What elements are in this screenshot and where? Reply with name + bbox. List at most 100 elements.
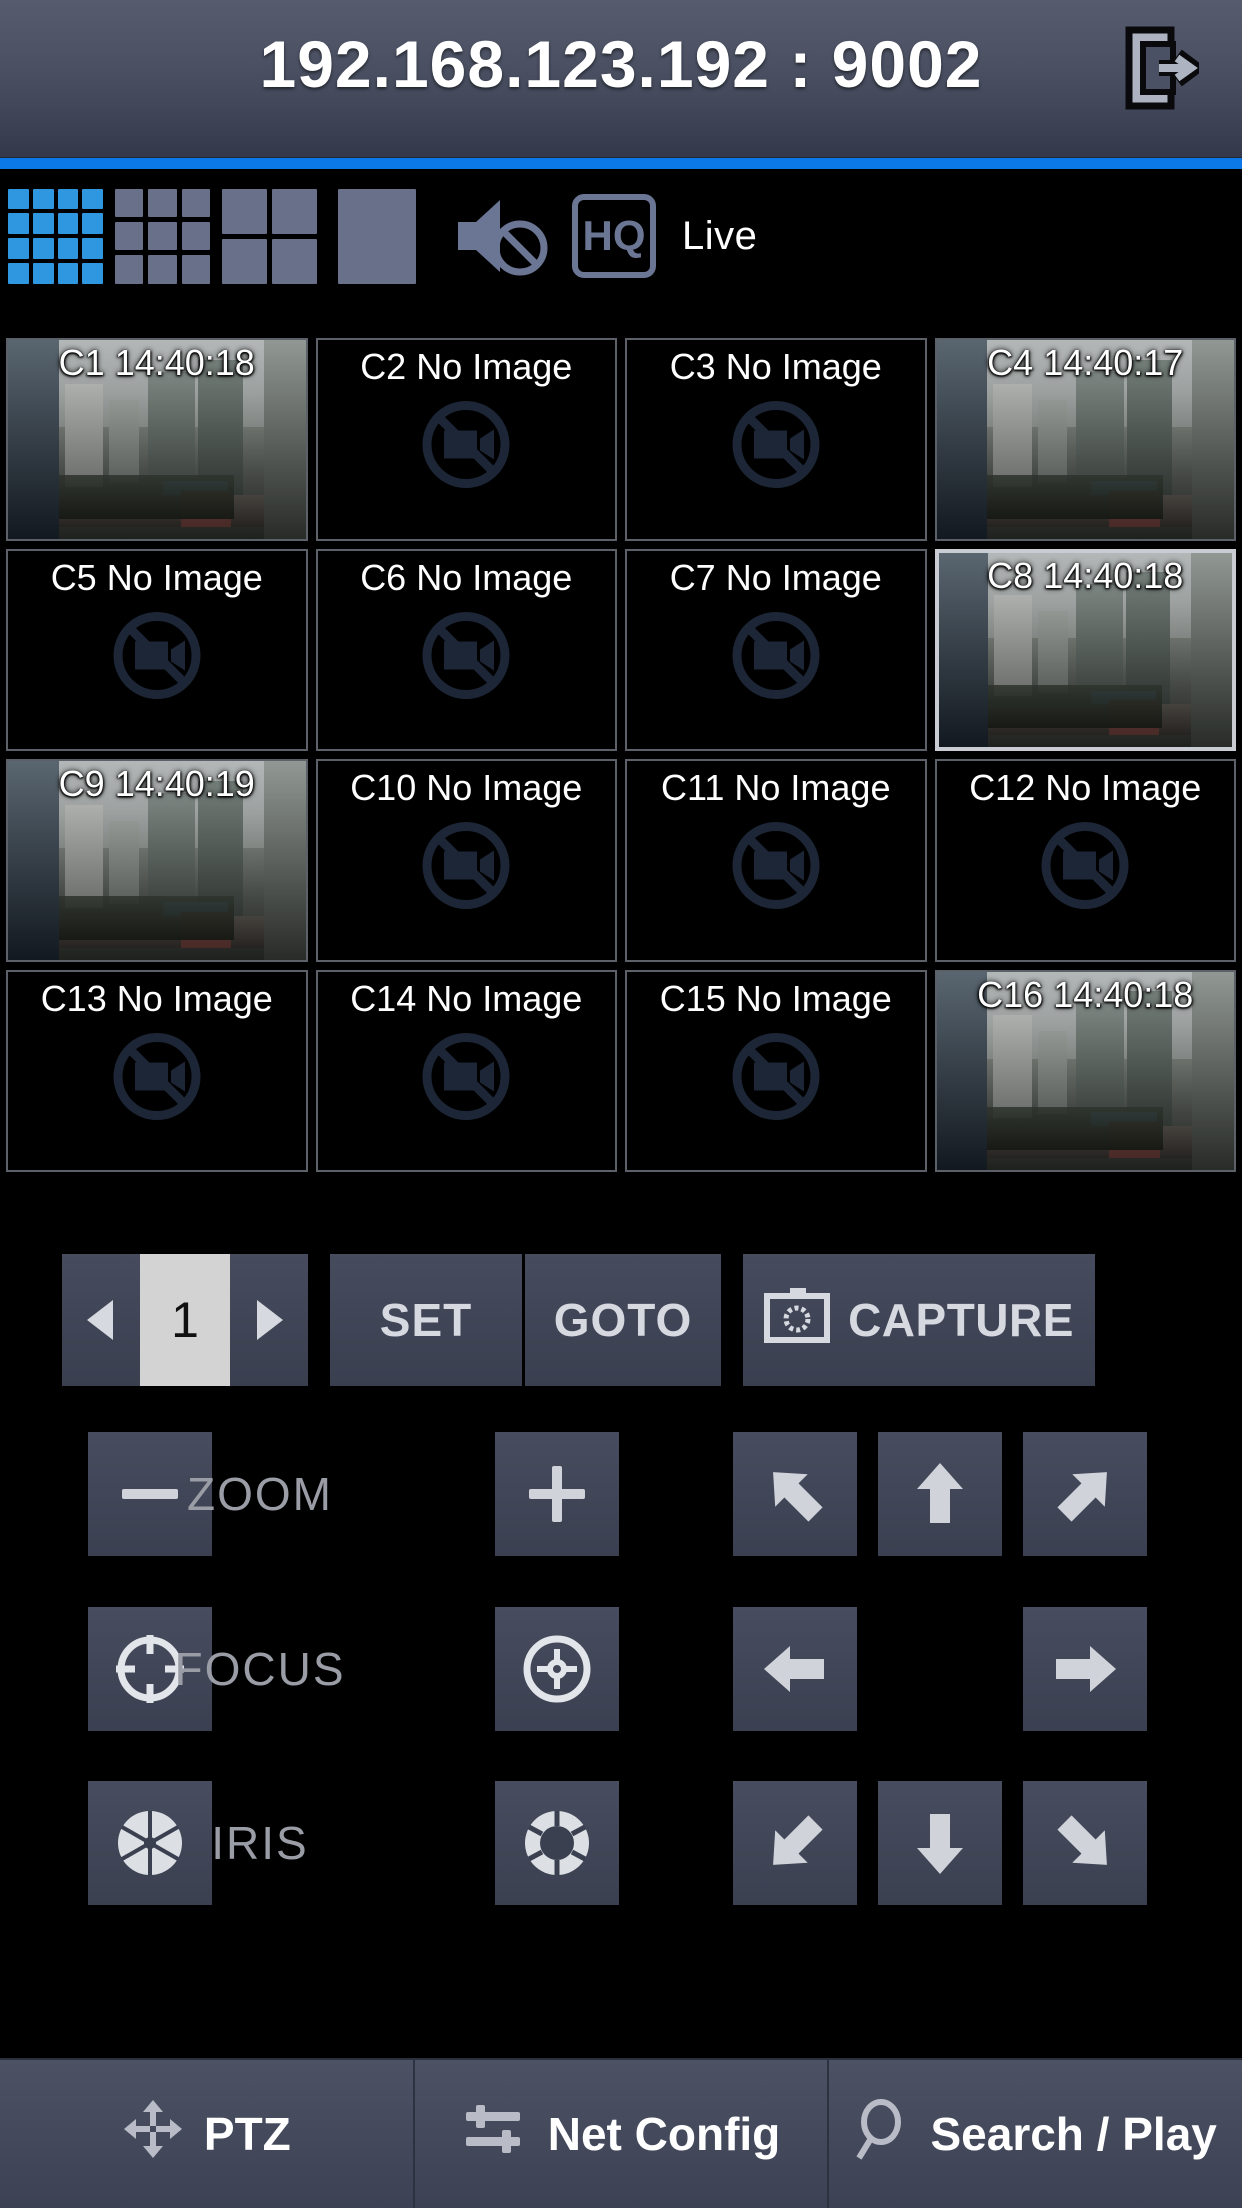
camera-cell-c5[interactable]: C5 No Image [6, 548, 308, 751]
layout-cell [337, 188, 416, 284]
layout-cell [8, 238, 29, 259]
no-signal-icon [105, 1024, 209, 1133]
preset-value[interactable]: 1 [140, 1254, 230, 1386]
layout-cell [57, 188, 79, 210]
camera-cell-c10[interactable]: C10 No Image [315, 759, 617, 962]
no-signal-icon [414, 1024, 518, 1133]
layout-cell [272, 188, 317, 234]
focus-far-button[interactable] [495, 1607, 619, 1731]
search-icon [854, 2096, 910, 2173]
bottom-navigation: PTZ Net Config Search / Play [0, 2058, 1242, 2208]
camera-label: C2 No Image [360, 346, 573, 387]
camera-label: C11 No Image [661, 767, 891, 808]
layout-cell [222, 238, 267, 284]
focus-label: FOCUS [174, 1643, 346, 1695]
layout-cell [272, 238, 317, 284]
pan-up-right-button[interactable] [1023, 1432, 1147, 1556]
layout-cell [82, 262, 103, 284]
layout-toolbar: HQ Live [0, 169, 1242, 303]
no-signal-icon [724, 814, 828, 923]
no-signal-icon [414, 814, 518, 923]
grid-9-layout-button[interactable] [115, 188, 210, 284]
camera-cell-c8[interactable]: C8 14:40:18 [934, 548, 1236, 751]
iris-row: IRIS [0, 1781, 1242, 1905]
no-signal-icon [1033, 814, 1137, 923]
camera-label: C4 14:40:17 [987, 342, 1184, 383]
layout-cell [148, 188, 177, 217]
pan-down-left-button[interactable] [733, 1781, 857, 1905]
camera-label: C15 No Image [659, 977, 892, 1019]
camera-icon [764, 1286, 831, 1355]
capture-button[interactable]: CAPTURE [743, 1254, 1095, 1386]
preset-controls: 1 SET GOTO CAPTURE [62, 1254, 1095, 1386]
grid-4-layout-button[interactable] [222, 188, 317, 284]
hq-badge[interactable]: HQ [572, 194, 656, 278]
zoom-row: ZOOM [0, 1432, 1242, 1556]
camera-cell-c4[interactable]: C4 14:40:17 [934, 338, 1236, 541]
sliders-icon [462, 2098, 528, 2171]
layout-cell [32, 188, 54, 210]
no-signal-icon [724, 393, 828, 502]
no-signal-icon [414, 393, 518, 502]
camera-label: C8 14:40:18 [987, 554, 1184, 596]
capture-label: CAPTURE [848, 1294, 1074, 1346]
camera-label: C1 14:40:18 [58, 342, 255, 383]
zoom-label: ZOOM [187, 1468, 333, 1520]
camera-cell-c15[interactable]: C15 No Image [625, 969, 927, 1172]
camera-cell-c9[interactable]: C9 14:40:19 [6, 759, 308, 962]
speaker-muted-icon[interactable] [450, 190, 554, 282]
set-button[interactable]: SET [330, 1254, 522, 1386]
camera-cell-c1[interactable]: C1 14:40:18 [6, 338, 308, 541]
move-icon [122, 2098, 184, 2171]
pan-up-button[interactable] [878, 1432, 1002, 1556]
camera-label: C16 14:40:18 [977, 973, 1194, 1015]
camera-cell-c7[interactable]: C7 No Image [625, 548, 927, 751]
pan-down-button[interactable] [878, 1781, 1002, 1905]
exit-icon[interactable] [1116, 22, 1208, 114]
camera-cell-c3[interactable]: C3 No Image [625, 338, 927, 541]
camera-label: C12 No Image [969, 767, 1202, 808]
ptz-controls: ZOOM FOCUS IRIS [0, 1432, 1242, 1942]
camera-cell-c12[interactable]: C12 No Image [934, 759, 1236, 962]
header-bar: 192.168.123.192 : 9002 [0, 0, 1242, 158]
camera-cell-c2[interactable]: C2 No Image [315, 338, 617, 541]
camera-cell-c6[interactable]: C6 No Image [315, 548, 617, 751]
nav-item-ptz[interactable]: PTZ [0, 2060, 415, 2208]
layout-cell [181, 255, 210, 284]
camera-label: C10 No Image [350, 767, 583, 808]
goto-button[interactable]: GOTO [525, 1254, 721, 1386]
layout-cell [82, 188, 103, 210]
camera-label: C3 No Image [669, 346, 882, 387]
camera-cell-c11[interactable]: C11 No Image [625, 759, 927, 962]
camera-cell-c13[interactable]: C13 No Image [6, 969, 308, 1172]
focus-row: FOCUS [0, 1607, 1242, 1731]
page-title: 192.168.123.192 : 9002 [259, 27, 983, 101]
layout-cell [8, 213, 29, 234]
nav-item-search-play[interactable]: Search / Play [829, 2060, 1242, 2208]
iris-label: IRIS [211, 1817, 309, 1869]
pan-left-button[interactable] [733, 1607, 857, 1731]
no-signal-icon [105, 603, 209, 712]
no-signal-icon [724, 1024, 828, 1133]
layout-cell [181, 188, 210, 217]
iris-open-button[interactable] [495, 1781, 619, 1905]
pan-up-left-button[interactable] [733, 1432, 857, 1556]
pan-right-button[interactable] [1023, 1607, 1147, 1731]
pan-down-right-button[interactable] [1023, 1781, 1147, 1905]
grid-16-layout-button[interactable] [8, 188, 103, 284]
nav-label-ptz: PTZ [203, 2108, 291, 2160]
grid-1-layout-button[interactable] [329, 188, 424, 284]
camera-cell-c14[interactable]: C14 No Image [315, 969, 617, 1172]
layout-cell [8, 188, 29, 210]
preset-next-button[interactable] [230, 1254, 308, 1386]
zoom-in-button[interactable] [495, 1432, 619, 1556]
layout-cell [115, 221, 144, 251]
camera-cell-c16[interactable]: C16 14:40:18 [934, 969, 1236, 1172]
nav-item-net-config[interactable]: Net Config [415, 2060, 830, 2208]
layout-cell [148, 255, 177, 284]
camera-grid: C1 14:40:18 C2 No Image C3 No Image C4 14:4… [6, 338, 1236, 1172]
preset-prev-button[interactable] [62, 1254, 140, 1386]
camera-label: C13 No Image [40, 977, 273, 1019]
layout-cell [82, 238, 103, 259]
layout-cell [32, 213, 54, 234]
